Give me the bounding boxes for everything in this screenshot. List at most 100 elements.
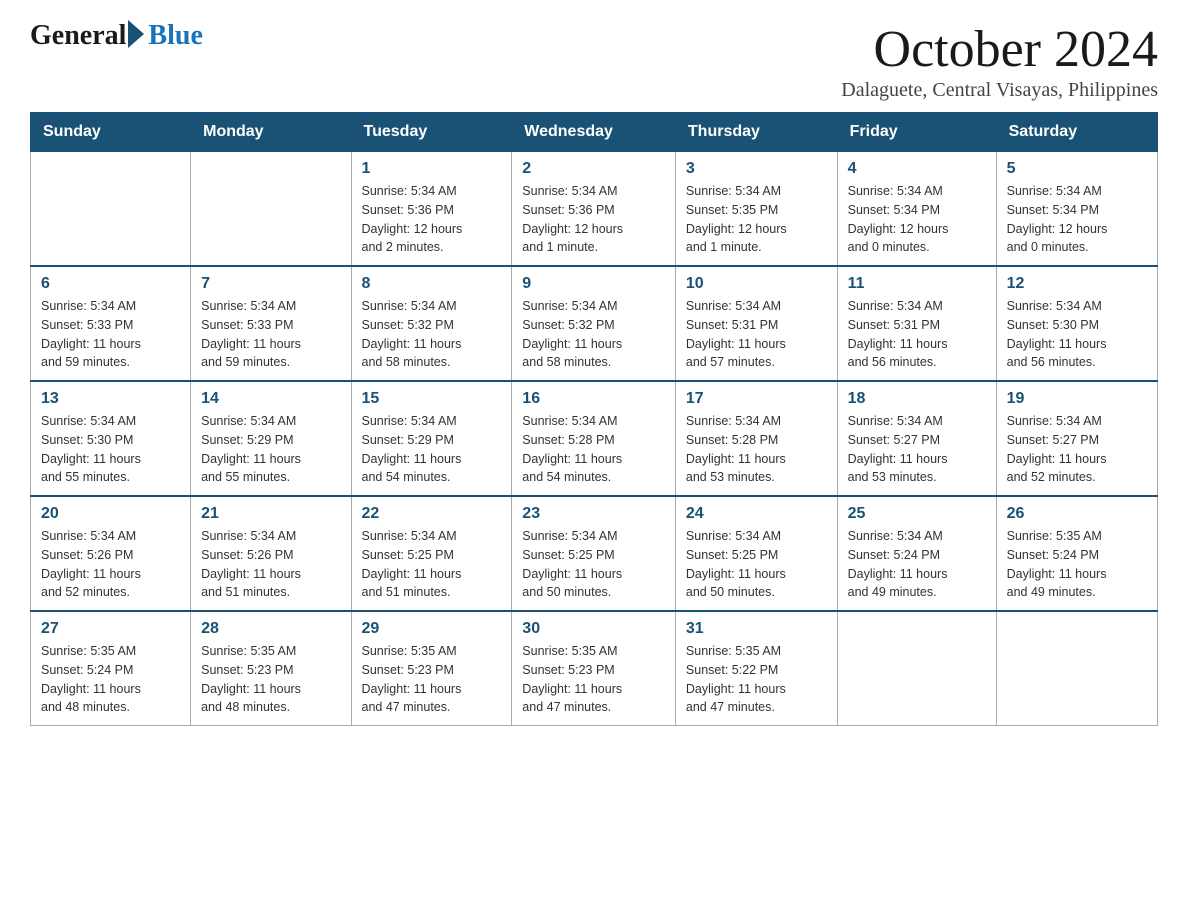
day-info: Sunrise: 5:34 AMSunset: 5:32 PMDaylight:… bbox=[362, 297, 502, 372]
page-header: General Blue October 2024 Dalaguete, Cen… bbox=[30, 20, 1158, 102]
day-info: Sunrise: 5:35 AMSunset: 5:22 PMDaylight:… bbox=[686, 642, 827, 717]
calendar-header-row: SundayMondayTuesdayWednesdayThursdayFrid… bbox=[31, 113, 1158, 152]
calendar-cell bbox=[191, 152, 351, 267]
day-number: 8 bbox=[362, 275, 502, 293]
day-number: 26 bbox=[1007, 505, 1147, 523]
calendar-cell: 5Sunrise: 5:34 AMSunset: 5:34 PMDaylight… bbox=[996, 152, 1157, 267]
day-number: 18 bbox=[848, 390, 986, 408]
day-info: Sunrise: 5:34 AMSunset: 5:28 PMDaylight:… bbox=[522, 412, 665, 487]
day-number: 1 bbox=[362, 160, 502, 178]
header-saturday: Saturday bbox=[996, 113, 1157, 152]
calendar-cell bbox=[837, 611, 996, 726]
day-number: 14 bbox=[201, 390, 340, 408]
day-info: Sunrise: 5:34 AMSunset: 5:24 PMDaylight:… bbox=[848, 527, 986, 602]
day-info: Sunrise: 5:34 AMSunset: 5:35 PMDaylight:… bbox=[686, 182, 827, 257]
calendar-cell: 17 Sunrise: 5:34 AMSunset: 5:28 PMDayligh… bbox=[675, 381, 837, 496]
calendar-cell: 18 Sunrise: 5:34 AMSunset: 5:27 PMDayligh… bbox=[837, 381, 996, 496]
day-info: Sunrise: 5:34 AMSunset: 5:29 PMDaylight:… bbox=[201, 412, 340, 487]
calendar-cell: 2 Sunrise: 5:34 AMSunset: 5:36 PMDaylight… bbox=[512, 152, 676, 267]
day-number: 9 bbox=[522, 275, 665, 293]
day-info: Sunrise: 5:34 AMSunset: 5:25 PMDaylight:… bbox=[686, 527, 827, 602]
calendar-cell: 16 Sunrise: 5:34 AMSunset: 5:28 PMDayligh… bbox=[512, 381, 676, 496]
logo-arrow-icon bbox=[128, 20, 144, 48]
day-number: 28 bbox=[201, 620, 340, 638]
day-number: 24 bbox=[686, 505, 827, 523]
calendar-cell: 9 Sunrise: 5:34 AMSunset: 5:32 PMDaylight… bbox=[512, 266, 676, 381]
day-number: 30 bbox=[522, 620, 665, 638]
day-info: Sunrise: 5:35 AMSunset: 5:23 PMDaylight:… bbox=[522, 642, 665, 717]
calendar-cell: 27Sunrise: 5:35 AMSunset: 5:24 PMDayligh… bbox=[31, 611, 191, 726]
calendar-cell: 19Sunrise: 5:34 AMSunset: 5:27 PMDayligh… bbox=[996, 381, 1157, 496]
day-number: 23 bbox=[522, 505, 665, 523]
calendar-cell: 30 Sunrise: 5:35 AMSunset: 5:23 PMDayligh… bbox=[512, 611, 676, 726]
calendar-cell: 6 Sunrise: 5:34 AMSunset: 5:33 PMDaylight… bbox=[31, 266, 191, 381]
calendar-cell: 11 Sunrise: 5:34 AMSunset: 5:31 PMDayligh… bbox=[837, 266, 996, 381]
calendar-cell: 14 Sunrise: 5:34 AMSunset: 5:29 PMDayligh… bbox=[191, 381, 351, 496]
day-info: Sunrise: 5:34 AMSunset: 5:27 PMDaylight:… bbox=[848, 412, 986, 487]
calendar-cell bbox=[31, 152, 191, 267]
calendar-table: SundayMondayTuesdayWednesdayThursdayFrid… bbox=[30, 112, 1158, 726]
header-thursday: Thursday bbox=[675, 113, 837, 152]
header-sunday: Sunday bbox=[31, 113, 191, 152]
day-info: Sunrise: 5:34 AMSunset: 5:25 PMDaylight:… bbox=[362, 527, 502, 602]
header-friday: Friday bbox=[837, 113, 996, 152]
day-info: Sunrise: 5:34 AMSunset: 5:25 PMDaylight:… bbox=[522, 527, 665, 602]
calendar-cell: 13Sunrise: 5:34 AMSunset: 5:30 PMDayligh… bbox=[31, 381, 191, 496]
day-number: 6 bbox=[41, 275, 180, 293]
calendar-cell: 25 Sunrise: 5:34 AMSunset: 5:24 PMDayligh… bbox=[837, 496, 996, 611]
day-number: 12 bbox=[1007, 275, 1147, 293]
day-info: Sunrise: 5:34 AMSunset: 5:32 PMDaylight:… bbox=[522, 297, 665, 372]
day-number: 11 bbox=[848, 275, 986, 293]
day-info: Sunrise: 5:34 AMSunset: 5:30 PMDaylight:… bbox=[1007, 297, 1147, 372]
calendar-cell: 29 Sunrise: 5:35 AMSunset: 5:23 PMDayligh… bbox=[351, 611, 512, 726]
day-info: Sunrise: 5:34 AMSunset: 5:28 PMDaylight:… bbox=[686, 412, 827, 487]
day-number: 4 bbox=[848, 160, 986, 178]
calendar-cell: 28 Sunrise: 5:35 AMSunset: 5:23 PMDayligh… bbox=[191, 611, 351, 726]
day-info: Sunrise: 5:35 AMSunset: 5:23 PMDaylight:… bbox=[362, 642, 502, 717]
header-tuesday: Tuesday bbox=[351, 113, 512, 152]
day-info: Sunrise: 5:34 AMSunset: 5:36 PMDaylight:… bbox=[522, 182, 665, 257]
calendar-cell: 3 Sunrise: 5:34 AMSunset: 5:35 PMDaylight… bbox=[675, 152, 837, 267]
day-number: 17 bbox=[686, 390, 827, 408]
day-number: 2 bbox=[522, 160, 665, 178]
day-info: Sunrise: 5:34 AMSunset: 5:33 PMDaylight:… bbox=[201, 297, 340, 372]
day-number: 3 bbox=[686, 160, 827, 178]
day-info: Sunrise: 5:34 AMSunset: 5:26 PMDaylight:… bbox=[41, 527, 180, 602]
calendar-cell: 23 Sunrise: 5:34 AMSunset: 5:25 PMDayligh… bbox=[512, 496, 676, 611]
calendar-week-row: 27Sunrise: 5:35 AMSunset: 5:24 PMDayligh… bbox=[31, 611, 1158, 726]
calendar-cell: 31 Sunrise: 5:35 AMSunset: 5:22 PMDayligh… bbox=[675, 611, 837, 726]
day-number: 29 bbox=[362, 620, 502, 638]
month-title: October 2024 bbox=[841, 20, 1158, 79]
day-number: 25 bbox=[848, 505, 986, 523]
calendar-cell: 7 Sunrise: 5:34 AMSunset: 5:33 PMDaylight… bbox=[191, 266, 351, 381]
day-info: Sunrise: 5:35 AMSunset: 5:24 PMDaylight:… bbox=[41, 642, 180, 717]
calendar-cell: 8 Sunrise: 5:34 AMSunset: 5:32 PMDaylight… bbox=[351, 266, 512, 381]
day-number: 16 bbox=[522, 390, 665, 408]
calendar-week-row: 20 Sunrise: 5:34 AMSunset: 5:26 PMDayligh… bbox=[31, 496, 1158, 611]
day-number: 10 bbox=[686, 275, 827, 293]
day-info: Sunrise: 5:34 AMSunset: 5:26 PMDaylight:… bbox=[201, 527, 340, 602]
day-number: 13 bbox=[41, 390, 180, 408]
header-monday: Monday bbox=[191, 113, 351, 152]
title-section: October 2024 Dalaguete, Central Visayas,… bbox=[841, 20, 1158, 102]
calendar-cell: 15Sunrise: 5:34 AMSunset: 5:29 PMDayligh… bbox=[351, 381, 512, 496]
location-text: Dalaguete, Central Visayas, Philippines bbox=[841, 79, 1158, 102]
day-number: 31 bbox=[686, 620, 827, 638]
calendar-week-row: 1 Sunrise: 5:34 AMSunset: 5:36 PMDaylight… bbox=[31, 152, 1158, 267]
calendar-week-row: 13Sunrise: 5:34 AMSunset: 5:30 PMDayligh… bbox=[31, 381, 1158, 496]
calendar-week-row: 6 Sunrise: 5:34 AMSunset: 5:33 PMDaylight… bbox=[31, 266, 1158, 381]
day-info: Sunrise: 5:35 AMSunset: 5:23 PMDaylight:… bbox=[201, 642, 340, 717]
day-info: Sunrise: 5:34 AMSunset: 5:31 PMDaylight:… bbox=[686, 297, 827, 372]
header-wednesday: Wednesday bbox=[512, 113, 676, 152]
day-info: Sunrise: 5:34 AMSunset: 5:33 PMDaylight:… bbox=[41, 297, 180, 372]
logo-general-text: General bbox=[30, 20, 126, 52]
logo-blue-text: Blue bbox=[148, 20, 202, 52]
calendar-cell: 10 Sunrise: 5:34 AMSunset: 5:31 PMDayligh… bbox=[675, 266, 837, 381]
day-number: 15 bbox=[362, 390, 502, 408]
day-info: Sunrise: 5:34 AMSunset: 5:31 PMDaylight:… bbox=[848, 297, 986, 372]
calendar-cell: 1Sunrise: 5:34 AMSunset: 5:36 PMDaylight… bbox=[351, 152, 512, 267]
day-number: 20 bbox=[41, 505, 180, 523]
day-info: Sunrise: 5:34 AMSunset: 5:27 PMDaylight:… bbox=[1007, 412, 1147, 487]
day-number: 7 bbox=[201, 275, 340, 293]
calendar-cell: 24 Sunrise: 5:34 AMSunset: 5:25 PMDayligh… bbox=[675, 496, 837, 611]
